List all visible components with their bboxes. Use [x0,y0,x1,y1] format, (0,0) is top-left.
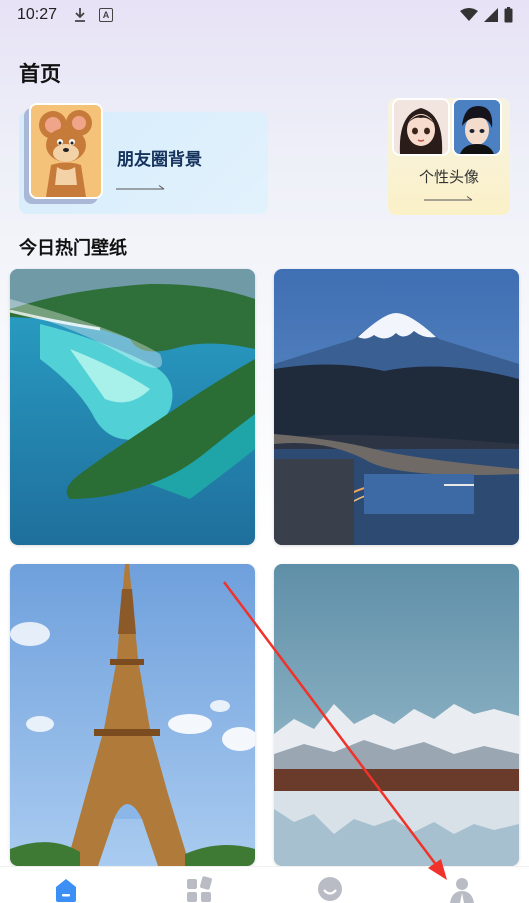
wallpaper-snowy-mountains[interactable] [274,564,519,866]
arrow-right-icon [424,196,473,201]
smile-icon[interactable] [316,875,344,903]
status-time: 10:27 [17,6,58,23]
accessibility-a-icon: A [99,8,113,22]
battery-icon [504,7,513,23]
status-bar: 10:27 A [0,0,529,32]
avatar-thumbnail-girl [392,98,450,156]
category-icon[interactable] [185,875,213,903]
wallpaper-tropical-island[interactable] [10,269,255,545]
section-title: 今日热门壁纸 [19,238,127,259]
personal-avatar-card[interactable]: 个性头像 [388,98,510,215]
moments-background-label: 朋友圈背景 [117,150,202,170]
profile-icon[interactable] [448,875,476,903]
bottom-tab-bar [0,866,529,903]
status-icons [460,6,513,24]
page-title: 首页 [19,62,61,86]
avatar-thumbnail-boy [452,98,502,156]
cartoon-mouse-thumbnail [29,103,103,199]
personal-avatar-label: 个性头像 [418,168,479,186]
signal-icon [484,8,498,22]
wallpaper-eiffel-tower[interactable] [10,564,255,866]
moments-background-card[interactable]: 朋友圈背景 [19,103,268,214]
home-icon[interactable] [52,875,80,903]
wallpaper-mount-fuji[interactable] [274,269,519,545]
download-icon [75,8,85,22]
wifi-icon [460,8,478,21]
arrow-right-icon [116,185,165,190]
